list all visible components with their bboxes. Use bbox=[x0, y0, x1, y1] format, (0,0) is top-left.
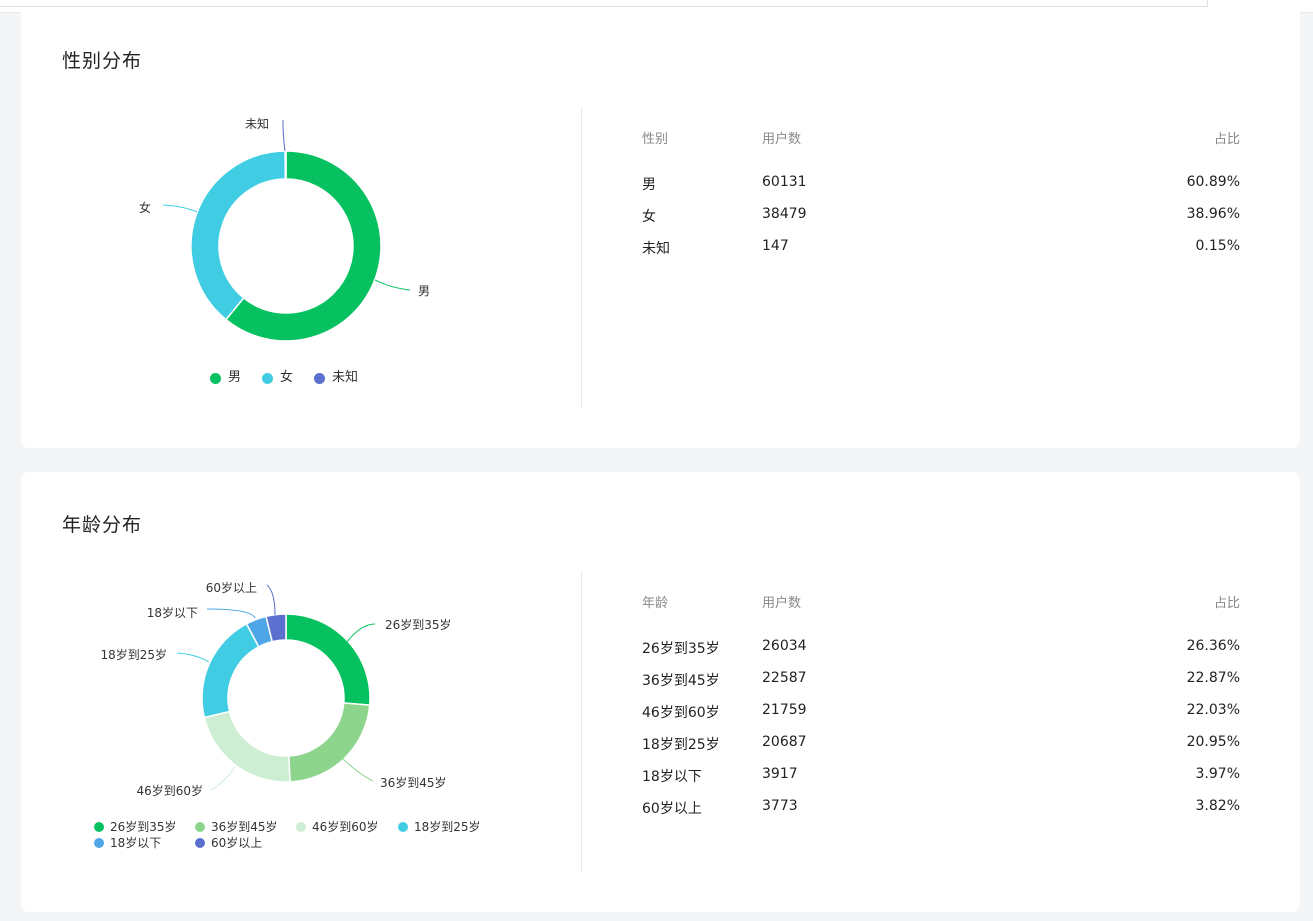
row-percentage: 38.96% bbox=[1186, 206, 1240, 222]
row-count: 147 bbox=[762, 238, 789, 254]
table-row: 26岁到35岁 26034 26.36% bbox=[642, 638, 1240, 670]
gender-table: 性别 用户数 占比 男 60131 60.89% 女 38479 38.96% … bbox=[642, 128, 1240, 270]
row-label: 36岁到45岁 bbox=[642, 673, 720, 689]
legend-swatch bbox=[262, 373, 273, 384]
legend-swatch bbox=[94, 838, 104, 848]
gender-donut-chart: 男 女 未知 bbox=[139, 117, 430, 342]
donut-slice-0[interactable] bbox=[285, 613, 371, 706]
row-percentage: 26.36% bbox=[1186, 638, 1240, 654]
donut-leader-line-3 bbox=[176, 652, 210, 663]
legend-swatch bbox=[195, 822, 205, 832]
legend-swatch bbox=[296, 822, 306, 832]
header-user-count: 用户数 bbox=[762, 132, 802, 147]
donut-slice-label-3: 18岁到25岁 bbox=[100, 647, 167, 662]
row-count: 22587 bbox=[762, 670, 807, 686]
legend-label: 男 bbox=[228, 370, 242, 385]
donut-slice-label-2: 未知 bbox=[245, 117, 269, 131]
table-row: 女 38479 38.96% bbox=[642, 206, 1240, 238]
donut-slice-label-5: 60岁以上 bbox=[206, 580, 257, 595]
row-percentage: 20.95% bbox=[1186, 734, 1240, 750]
donut-leader-line-2 bbox=[210, 766, 236, 791]
donut-leader-line-5 bbox=[266, 584, 276, 616]
donut-slice-label-4: 18岁以下 bbox=[147, 605, 198, 620]
donut-slice-1[interactable] bbox=[190, 150, 287, 321]
header-user-count: 用户数 bbox=[762, 596, 802, 611]
row-label: 18岁到25岁 bbox=[642, 737, 720, 753]
donut-slice-label-1: 女 bbox=[139, 200, 151, 215]
table-row: 46岁到60岁 21759 22.03% bbox=[642, 702, 1240, 734]
donut-leader-line-1 bbox=[162, 204, 198, 213]
gender-card-divider bbox=[581, 108, 582, 408]
donut-slice-label-2: 46岁到60岁 bbox=[136, 783, 203, 798]
row-count: 38479 bbox=[762, 206, 807, 222]
row-percentage: 3.97% bbox=[1195, 766, 1240, 782]
donut-leader-line-1 bbox=[342, 758, 374, 782]
donut-leader-line-0 bbox=[374, 279, 411, 291]
legend-swatch bbox=[314, 373, 325, 384]
table-row: 60岁以上 3773 3.82% bbox=[642, 798, 1240, 830]
legend-label: 60岁以上 bbox=[211, 836, 263, 850]
table-row: 男 60131 60.89% bbox=[642, 174, 1240, 206]
legend-label: 26岁到35岁 bbox=[110, 820, 177, 834]
row-count: 26034 bbox=[762, 638, 807, 654]
header-age: 年龄 bbox=[642, 596, 669, 611]
donut-leader-line-2 bbox=[282, 119, 286, 152]
row-count: 20687 bbox=[762, 734, 807, 750]
table-row: 未知 147 0.15% bbox=[642, 238, 1240, 270]
row-label: 26岁到35岁 bbox=[642, 641, 720, 657]
donut-slice-2[interactable] bbox=[203, 710, 291, 783]
row-count: 3773 bbox=[762, 798, 798, 814]
legend-swatch bbox=[210, 373, 221, 384]
row-label: 46岁到60岁 bbox=[642, 705, 720, 721]
row-percentage: 22.87% bbox=[1186, 670, 1240, 686]
table-row: 18岁以下 3917 3.97% bbox=[642, 766, 1240, 798]
legend-swatch bbox=[94, 822, 104, 832]
row-label: 男 bbox=[642, 177, 656, 193]
header-percentage: 占比 bbox=[1213, 132, 1240, 147]
legend-label: 36岁到45岁 bbox=[211, 820, 278, 834]
row-count: 60131 bbox=[762, 174, 807, 190]
legend-label: 女 bbox=[280, 370, 294, 385]
row-percentage: 3.82% bbox=[1195, 798, 1240, 814]
donut-slice-2[interactable] bbox=[284, 150, 287, 180]
legend-swatch bbox=[398, 822, 408, 832]
row-percentage: 0.15% bbox=[1195, 238, 1240, 254]
top-input-field[interactable] bbox=[0, 0, 1208, 7]
legend-label: 18岁到25岁 bbox=[414, 820, 481, 834]
row-label: 未知 bbox=[642, 241, 670, 257]
row-count: 21759 bbox=[762, 702, 807, 718]
header-gender: 性别 bbox=[642, 132, 669, 147]
row-count: 3917 bbox=[762, 766, 798, 782]
age-table-header: 年龄 用户数 占比 bbox=[642, 592, 1240, 638]
header-percentage: 占比 bbox=[1213, 596, 1240, 611]
donut-slice-3[interactable] bbox=[201, 622, 260, 719]
gender-distribution-card: 性别分布 男女未知 男女未知 性别 用户数 占比 男 60131 60.89% … bbox=[21, 12, 1300, 448]
donut-slice-label-1: 36岁到45岁 bbox=[380, 775, 447, 790]
row-percentage: 60.89% bbox=[1186, 174, 1240, 190]
donut-leader-line-0 bbox=[346, 623, 376, 643]
age-table: 年龄 用户数 占比 26岁到35岁 26034 26.36% 36岁到45岁 2… bbox=[642, 592, 1240, 830]
donut-leader-line-4 bbox=[206, 608, 256, 619]
table-row: 18岁到25岁 20687 20.95% bbox=[642, 734, 1240, 766]
age-distribution-card: 年龄分布 26岁到35岁 36岁到45岁 46岁到60岁 18岁到25岁 18岁以下 60… bbox=[21, 472, 1300, 912]
legend-label: 未知 bbox=[332, 370, 359, 385]
row-percentage: 22.03% bbox=[1186, 702, 1240, 718]
gender-table-header: 性别 用户数 占比 bbox=[642, 128, 1240, 174]
donut-slice-label-0: 26岁到35岁 bbox=[385, 617, 452, 632]
row-label: 60岁以上 bbox=[642, 801, 702, 817]
table-row: 36岁到45岁 22587 22.87% bbox=[642, 670, 1240, 702]
donut-slice-1[interactable] bbox=[288, 702, 371, 783]
donut-slice-label-0: 男 bbox=[418, 284, 430, 298]
legend-swatch bbox=[195, 838, 205, 848]
legend-label: 18岁以下 bbox=[110, 836, 162, 850]
row-label: 女 bbox=[642, 209, 656, 225]
row-label: 18岁以下 bbox=[642, 769, 702, 785]
legend-label: 46岁到60岁 bbox=[312, 820, 379, 834]
age-card-divider bbox=[581, 572, 582, 872]
